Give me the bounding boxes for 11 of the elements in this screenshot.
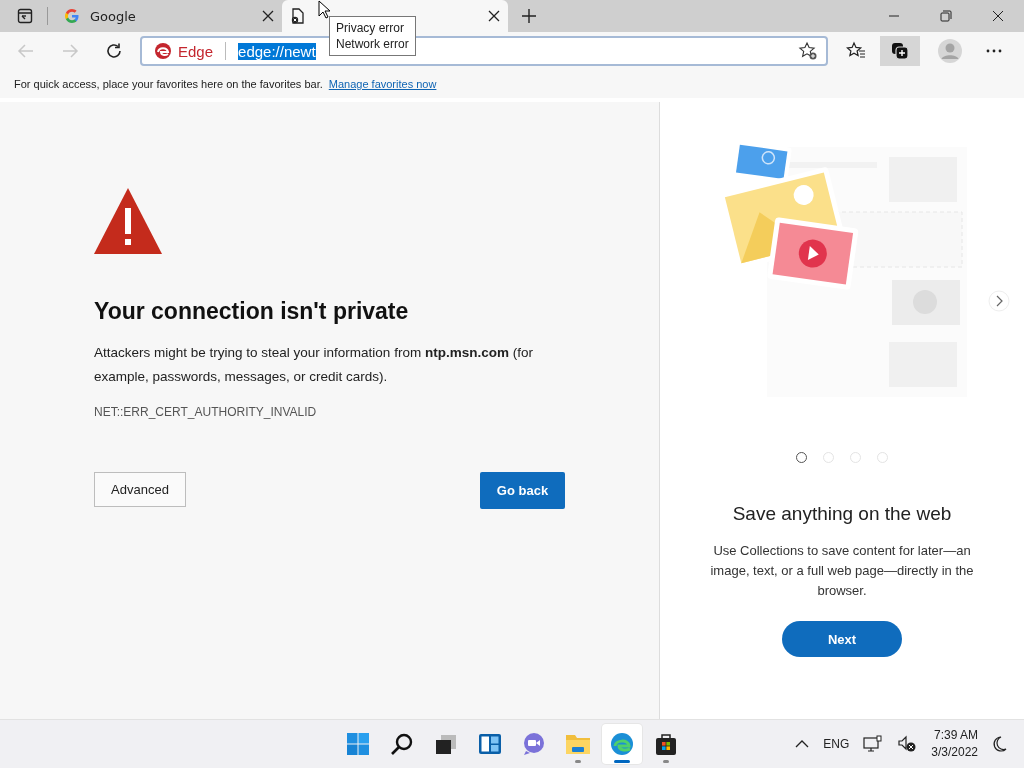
tab-title: Google xyxy=(90,8,136,24)
error-description: Attackers might be trying to steal your information from ntp.msn.com (for example, passwords, messages, or credit cards). xyxy=(94,344,534,386)
tooltip-text: Network error xyxy=(336,36,409,52)
site-identity-label: Edge xyxy=(178,42,214,60)
panel-description: Use Collections to save content for later—an image, text, or a full web page—directly in the browser. xyxy=(709,542,975,600)
url-text: edge://newt xyxy=(238,42,316,60)
tooltip-text: Privacy error xyxy=(336,20,405,36)
favorites-bar-message: For quick access, place your favorites here on the favorites bar. xyxy=(14,78,323,90)
error-heading: Your connection isn't private xyxy=(94,298,410,325)
panel-title: Save anything on the web xyxy=(732,503,952,525)
error-code: NET::ERR_CERT_AUTHORITY_INVALID xyxy=(94,405,318,419)
